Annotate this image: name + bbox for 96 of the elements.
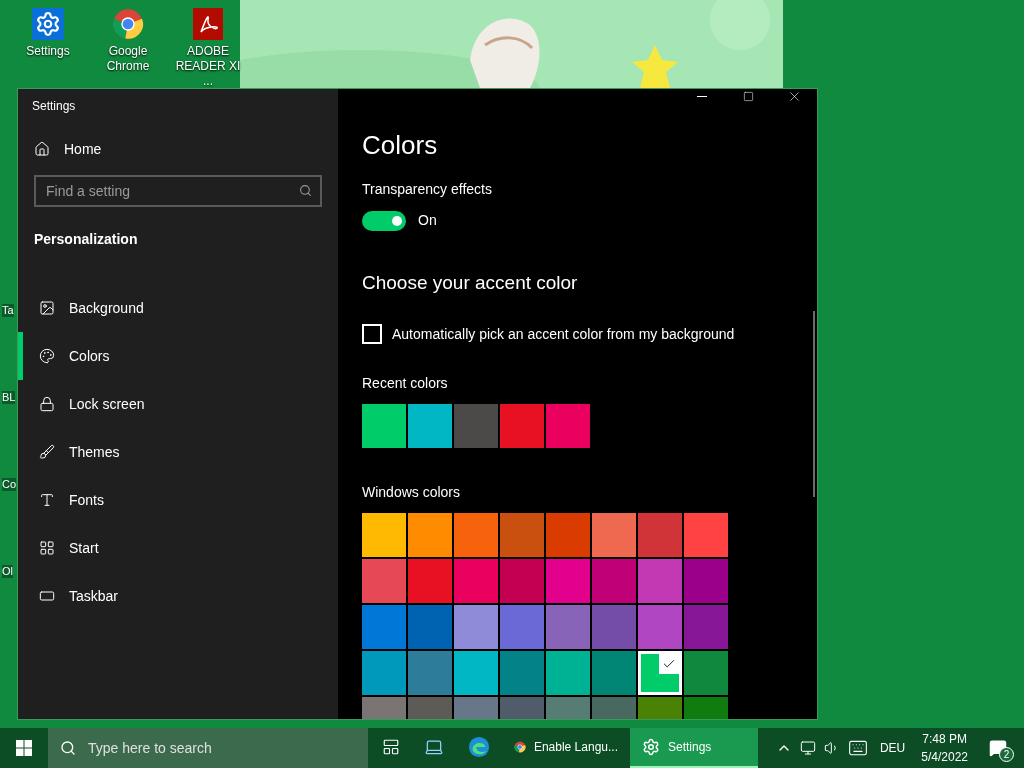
color-swatch[interactable]: [546, 604, 590, 649]
desktop-icon-label[interactable]: ADOBE READER XI ...: [170, 44, 246, 89]
search-field[interactable]: Find a setting: [34, 175, 322, 207]
color-swatch[interactable]: [362, 512, 406, 557]
clock-date[interactable]: 5/4/2022: [921, 748, 968, 766]
gear-icon: [32, 8, 64, 40]
network-icon[interactable]: [799, 740, 816, 756]
gear-icon: [642, 738, 660, 756]
color-swatch[interactable]: [546, 403, 590, 448]
taskbar-search-field[interactable]: Type here to search: [48, 728, 368, 768]
color-swatch[interactable]: [454, 604, 498, 649]
toggle-switch[interactable]: [362, 210, 406, 231]
color-swatch[interactable]: [684, 512, 728, 557]
section-label: Windows colors: [362, 482, 462, 502]
color-swatch[interactable]: [684, 558, 728, 603]
color-swatch[interactable]: [546, 558, 590, 603]
lock-screen-icon: [39, 396, 55, 412]
notification-badge: 2: [999, 747, 1014, 762]
section-heading: Choose your accent color: [362, 271, 579, 295]
color-swatch[interactable]: [500, 403, 544, 448]
color-swatch[interactable]: [454, 650, 498, 695]
tiles-icon: [39, 540, 55, 556]
color-swatch[interactable]: [500, 558, 544, 603]
color-swatch[interactable]: [684, 604, 728, 649]
color-swatch[interactable]: [408, 558, 452, 603]
color-swatch[interactable]: [362, 604, 406, 649]
color-swatch[interactable]: [362, 650, 406, 695]
color-swatch[interactable]: [592, 512, 636, 557]
search-icon: [60, 740, 76, 756]
color-swatch[interactable]: [454, 558, 498, 603]
color-swatch[interactable]: [408, 512, 452, 557]
nav-item[interactable]: Fonts: [18, 476, 338, 524]
color-swatch[interactable]: [592, 558, 636, 603]
taskbar-app[interactable]: Settings: [630, 728, 758, 768]
checkbox-label: Automatically pick an accent color from my background: [392, 324, 735, 344]
nav-item[interactable]: Background: [18, 284, 338, 332]
color-swatch[interactable]: [546, 512, 590, 557]
color-swatch[interactable]: [408, 403, 452, 448]
color-swatch[interactable]: [638, 604, 682, 649]
taskbar-app[interactable]: Enable Langu...: [502, 728, 630, 768]
color-swatch[interactable]: [592, 604, 636, 649]
color-swatch[interactable]: [638, 558, 682, 603]
color-swatch[interactable]: [500, 512, 544, 557]
notification-button[interactable]: 2: [980, 728, 1016, 768]
windows-logo-icon: [16, 740, 32, 756]
desktop-icon-label[interactable]: Settings: [26, 44, 70, 59]
browser-icon: [468, 736, 490, 758]
desktop-icon-label[interactable]: Google Chrome: [90, 44, 166, 74]
check-icon: [659, 653, 679, 674]
app-label: Settings: [668, 739, 712, 756]
font-icon: [39, 492, 55, 508]
clock-time[interactable]: 7:48 PM: [922, 730, 967, 748]
language-indicator[interactable]: DEU: [875, 739, 910, 757]
chrome-icon: [112, 8, 144, 40]
color-swatch[interactable]: [408, 604, 452, 649]
page-title: Colors: [362, 129, 439, 162]
scrollbar[interactable]: [813, 311, 815, 497]
color-swatch[interactable]: [500, 604, 544, 649]
color-swatch[interactable]: [592, 650, 636, 695]
color-swatch[interactable]: [638, 512, 682, 557]
palette-icon: [39, 348, 55, 364]
keyboard-icon[interactable]: [847, 738, 868, 758]
color-swatch[interactable]: [684, 650, 728, 695]
nav-item[interactable]: Start: [18, 524, 338, 572]
nav-item[interactable]: Themes: [18, 428, 338, 476]
maximize-icon: [742, 91, 754, 102]
image-icon: [39, 300, 55, 316]
color-swatch[interactable]: [454, 403, 498, 448]
desktop-icon-label[interactable]: BL: [2, 391, 16, 404]
desktop-icon-label[interactable]: Ol: [2, 565, 13, 578]
color-swatch[interactable]: [454, 512, 498, 557]
window-title: Settings: [32, 98, 76, 115]
color-swatch[interactable]: [362, 558, 406, 603]
color-swatch[interactable]: [638, 650, 682, 695]
toggle-state: On: [418, 211, 437, 230]
search-icon: [299, 184, 312, 197]
color-swatch[interactable]: [546, 650, 590, 695]
desktop-icon-label[interactable]: Co: [2, 478, 17, 491]
section-heading: Personalization: [33, 230, 139, 249]
nav-item[interactable]: Lock screen: [18, 380, 338, 428]
section-label: Recent colors: [362, 373, 449, 393]
desktop-icon-label[interactable]: Ta: [2, 304, 14, 317]
home-icon: [34, 141, 50, 157]
taskbar-icon: [39, 588, 55, 604]
document-icon: [193, 8, 223, 40]
setting-label: Transparency effects: [362, 180, 493, 199]
color-swatch[interactable]: [408, 650, 452, 695]
color-swatch[interactable]: [362, 403, 406, 448]
task-view-icon: [382, 738, 400, 756]
app-label: Enable Langu...: [533, 739, 618, 756]
nav-item[interactable]: Taskbar: [18, 572, 338, 620]
brush-icon: [39, 444, 55, 460]
minimize-icon: [697, 96, 707, 97]
home-link[interactable]: Home: [18, 127, 338, 171]
color-swatch[interactable]: [500, 650, 544, 695]
checkbox[interactable]: [362, 324, 382, 344]
